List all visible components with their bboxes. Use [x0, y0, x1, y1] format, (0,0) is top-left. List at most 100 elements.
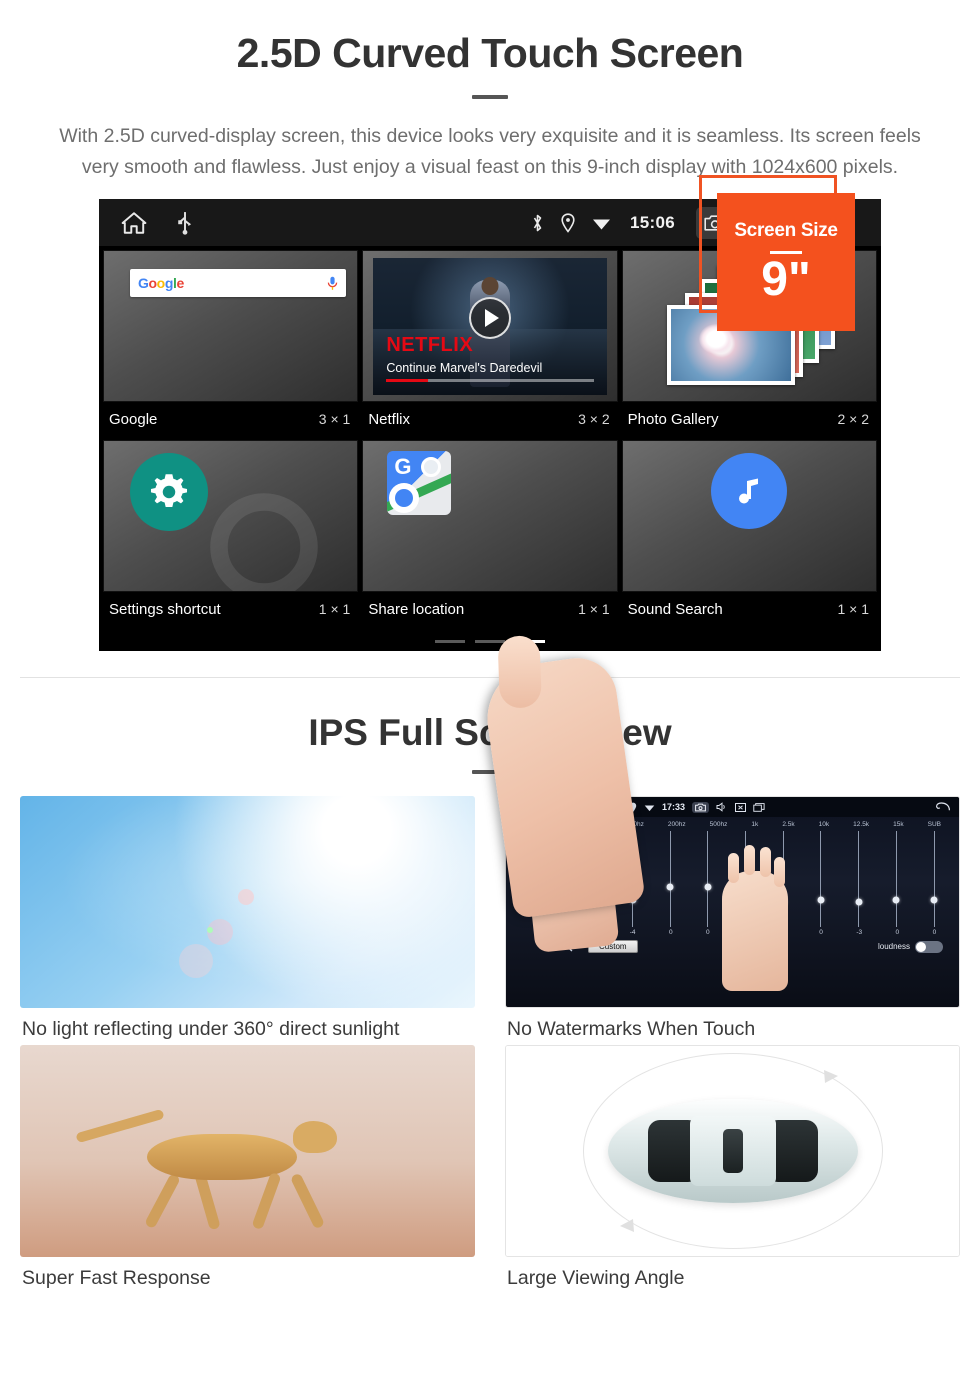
band-label-200hz: 200hz: [667, 821, 686, 828]
feature-grid: No light reflecting under 360° direct su…: [20, 796, 960, 1290]
volume-icon[interactable]: [716, 802, 728, 812]
car-top-view-image: [506, 1046, 959, 1256]
cheetah-image-frame: [20, 1045, 475, 1257]
widget-caption-netflix: Netflix 3 × 2: [362, 402, 618, 436]
gear-ghost-watermark: [204, 487, 324, 591]
touching-hand-overlay: [721, 845, 788, 992]
widget-caption-share-location: Share location 1 × 1: [362, 592, 618, 626]
curved-touch-screen-section: 2.5D Curved Touch Screen With 2.5D curve…: [0, 0, 980, 954]
running-cheetah-image: [20, 1045, 475, 1257]
widget-preview-share-location[interactable]: G: [362, 440, 618, 592]
blue-sky-sun-flare-image: [20, 796, 475, 1008]
eq-value-500hz: 0: [706, 929, 710, 936]
wifi-icon: [644, 803, 655, 812]
person-avatar-icon: [389, 483, 420, 513]
gear-icon: [130, 453, 208, 531]
band-label-1k: 1k: [751, 821, 759, 828]
cheetah-leg-3: [251, 1172, 282, 1231]
eq-value-100hz: -4: [629, 929, 636, 936]
feature-caption: No Watermarks When Touch: [507, 1018, 756, 1040]
google-logo: Google: [138, 275, 184, 291]
widget-name: Settings shortcut: [109, 600, 221, 618]
wifi-icon: [592, 215, 611, 231]
widget-size: 1 × 1: [318, 601, 351, 617]
cheetah-leg-1: [143, 1172, 181, 1230]
screenshot-camera-icon[interactable]: [692, 801, 710, 813]
eq-value-12p5k: -3: [856, 929, 863, 936]
ips-full-screen-section: IPS Full Screen View No light reflecting…: [0, 712, 980, 1290]
section-divider: [20, 677, 960, 678]
title-divider: [472, 95, 508, 99]
cheetah-tail: [74, 1109, 165, 1144]
band-label-2p5k: 2.5k: [782, 821, 795, 828]
status-bar-clock: 15:06: [630, 212, 675, 232]
feature-item-fast-response: Super Fast Response: [20, 1045, 475, 1290]
home-icon[interactable]: [121, 211, 147, 235]
maps-pin: [421, 457, 442, 477]
eq-value-200hz: 0: [668, 929, 673, 936]
screen-size-badge: Screen Size 9": [717, 193, 855, 331]
page-dot-1[interactable]: [435, 640, 465, 643]
netflix-continue-title: Continue Marvel's Daredevil: [386, 361, 543, 375]
eq-slider-15k[interactable]: [892, 831, 900, 927]
recent-apps-icon[interactable]: [753, 802, 765, 812]
widget-caption-photo-gallery: Photo Gallery 2 × 2: [621, 402, 877, 436]
device-screenshot-wrapper: Screen Size 9" 15:06 Google Google 3 × 1…: [99, 175, 881, 954]
widget-size: 1 × 1: [578, 601, 610, 617]
location-icon: [561, 212, 575, 233]
widget-preview-netflix[interactable]: NETFLIX Continue Marvel's Daredevil: [362, 250, 618, 402]
loudness-control[interactable]: loudness: [877, 940, 943, 953]
eq-slider-200hz[interactable]: [666, 831, 674, 927]
feature-item-viewing-angle: Large Viewing Angle: [505, 1045, 960, 1290]
microphone-icon[interactable]: [327, 276, 338, 291]
netflix-character-head: [481, 277, 499, 296]
widget-caption-sound-search: Sound Search 1 × 1: [621, 592, 877, 626]
widget-name: Netflix: [368, 410, 411, 428]
widget-cell-netflix[interactable]: NETFLIX Continue Marvel's Daredevil Netf…: [362, 250, 618, 436]
widget-cell-google[interactable]: Google Google 3 × 1: [103, 250, 359, 436]
band-label-500hz: 500hz: [709, 821, 728, 828]
maps-g-letter: G: [394, 454, 412, 479]
eq-slider-10k[interactable]: [817, 831, 825, 927]
band-label-sub: SUB: [927, 821, 941, 828]
widget-caption-google: Google 3 × 1: [103, 402, 359, 436]
back-icon[interactable]: [935, 802, 951, 812]
eq-value-10k: 0: [819, 929, 823, 936]
sunlight-image-frame: [20, 796, 475, 1008]
page-dot-2[interactable]: [475, 640, 505, 643]
amplifier-clock: 17:33: [662, 802, 686, 812]
widget-name: Sound Search: [627, 600, 723, 618]
eq-slider-sub[interactable]: [930, 831, 938, 927]
widget-size: 1 × 1: [837, 601, 869, 617]
band-label-10k: 10k: [818, 821, 830, 828]
widget-cell-sound-search[interactable]: Sound Search 1 × 1: [621, 440, 877, 626]
page-description: With 2.5D curved-display screen, this de…: [59, 125, 921, 178]
netflix-thumbnail: NETFLIX Continue Marvel's Daredevil: [373, 258, 607, 395]
cheetah-leg-4: [289, 1172, 326, 1230]
widget-preview-settings[interactable]: [103, 440, 359, 592]
loudness-toggle[interactable]: [915, 940, 943, 953]
cheetah-head: [293, 1121, 337, 1154]
feature-item-sunlight: No light reflecting under 360° direct su…: [20, 796, 475, 1041]
loudness-label: loudness: [877, 942, 910, 951]
eq-slider-12p5k[interactable]: [855, 831, 863, 927]
page-title: 2.5D Curved Touch Screen: [236, 30, 744, 76]
widget-name: Photo Gallery: [627, 410, 719, 428]
eq-slider-500hz[interactable]: [704, 831, 712, 927]
widget-preview-google[interactable]: Google: [103, 250, 359, 402]
band-label-15k: 15k: [893, 821, 904, 828]
badge-label: Screen Size: [734, 220, 838, 241]
widget-preview-sound-search[interactable]: [621, 440, 877, 592]
widget-cell-share-location[interactable]: G Share location 1 × 1: [362, 440, 618, 626]
play-icon[interactable]: [468, 297, 511, 340]
car-image-frame: [505, 1045, 960, 1257]
close-box-icon[interactable]: [735, 802, 747, 812]
feature-caption: Large Viewing Angle: [507, 1267, 685, 1289]
widget-name: Google: [109, 410, 158, 428]
band-label-12p5k: 12.5k: [853, 821, 870, 828]
cheetah-leg-2: [194, 1171, 221, 1231]
widget-cell-settings-shortcut[interactable]: Settings shortcut 1 × 1: [103, 440, 359, 626]
widget-size: 3 × 1: [318, 411, 351, 427]
eq-value-sub: 0: [932, 929, 937, 936]
google-search-bar[interactable]: Google: [130, 269, 346, 297]
